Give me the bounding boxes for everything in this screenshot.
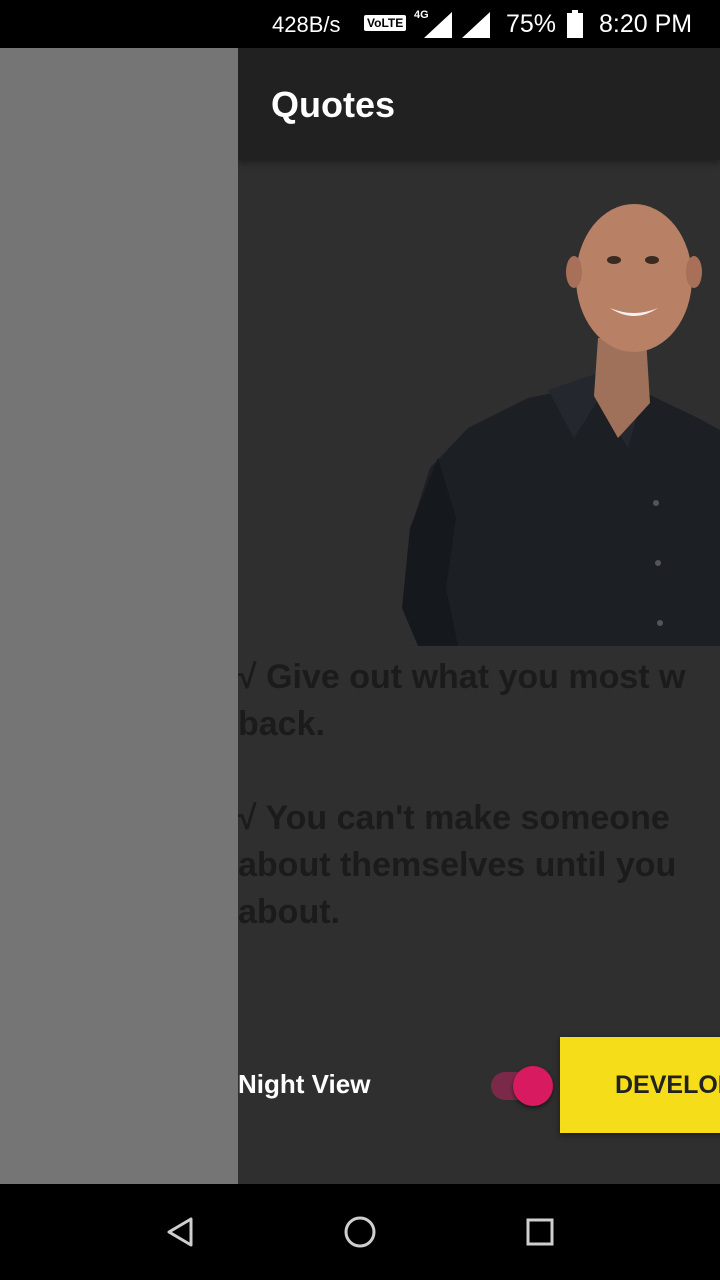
app-content: Quotes √ Give out what you most w back. … [238, 48, 720, 1184]
toolbar: Quotes [238, 48, 720, 160]
signal-icon [424, 12, 452, 38]
navigation-bar [0, 1184, 720, 1280]
signal-icon [462, 12, 490, 38]
volte-badge: VoLTE [364, 15, 407, 31]
night-view-switch[interactable] [489, 1064, 553, 1108]
switch-thumb [513, 1066, 553, 1106]
drawer-scrim[interactable] [0, 48, 238, 1184]
recent-apps-icon[interactable] [520, 1212, 560, 1252]
clock: 8:20 PM [599, 10, 693, 38]
quote-list: √ Give out what you most w back. √ You c… [238, 654, 720, 936]
quote-line: back. [238, 705, 325, 743]
quote-line: about themselves until you [238, 846, 677, 884]
status-bar: 428B/s VoLTE 4G 75% 8:20 PM [0, 0, 720, 48]
quote-line: √ Give out what you most w [238, 658, 686, 696]
developer-button[interactable]: DEVELOPER [560, 1037, 720, 1133]
battery-percent: 75% [506, 10, 557, 38]
back-icon[interactable] [160, 1212, 200, 1252]
home-icon[interactable] [340, 1212, 380, 1252]
night-view-label: Night View [238, 1069, 371, 1099]
quote-line: √ You can't make someone [238, 799, 670, 837]
page-title: Quotes [271, 84, 396, 125]
quote-line: about. [238, 893, 340, 931]
battery-icon [567, 10, 583, 38]
network-speed: 428B/s [272, 12, 341, 37]
author-photo [402, 204, 720, 646]
